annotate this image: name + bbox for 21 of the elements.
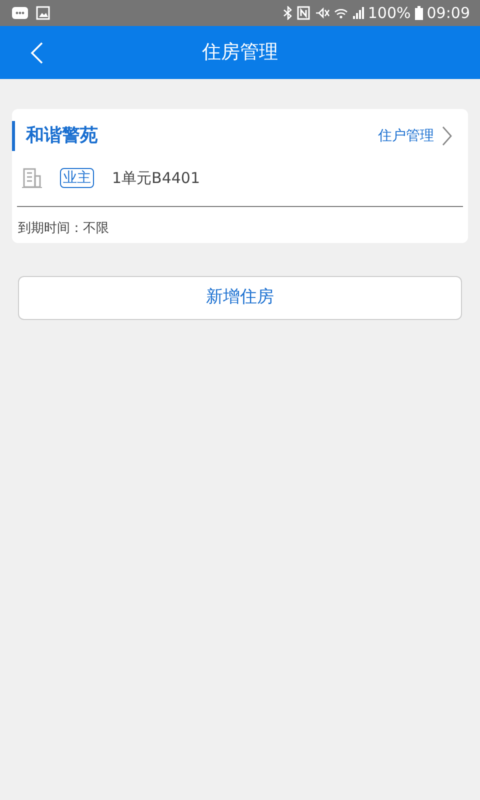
- resident-management-link[interactable]: 住户管理: [378, 126, 452, 146]
- chevron-right-icon: [442, 126, 452, 146]
- wifi-icon: [334, 7, 348, 19]
- signal-icon: [352, 7, 364, 19]
- back-icon: [30, 42, 44, 64]
- community-name: 和谐警苑: [12, 121, 98, 151]
- battery-level: 100%: [368, 2, 411, 24]
- bluetooth-icon: [282, 6, 293, 20]
- message-icon: [10, 7, 28, 19]
- add-house-button[interactable]: 新增住房: [18, 276, 462, 320]
- image-icon: [36, 6, 50, 20]
- unit-number: 1单元B4401: [112, 168, 200, 189]
- back-button[interactable]: [30, 40, 44, 64]
- mute-icon: [314, 7, 330, 19]
- clock: 09:09: [426, 2, 470, 24]
- building-icon: [22, 168, 42, 188]
- role-badge: 业主: [60, 168, 94, 188]
- nfc-icon: [296, 6, 310, 20]
- battery-icon: [414, 6, 423, 20]
- page-title: 住房管理: [202, 40, 278, 66]
- expiry-text: 到期时间：不限: [17, 220, 110, 238]
